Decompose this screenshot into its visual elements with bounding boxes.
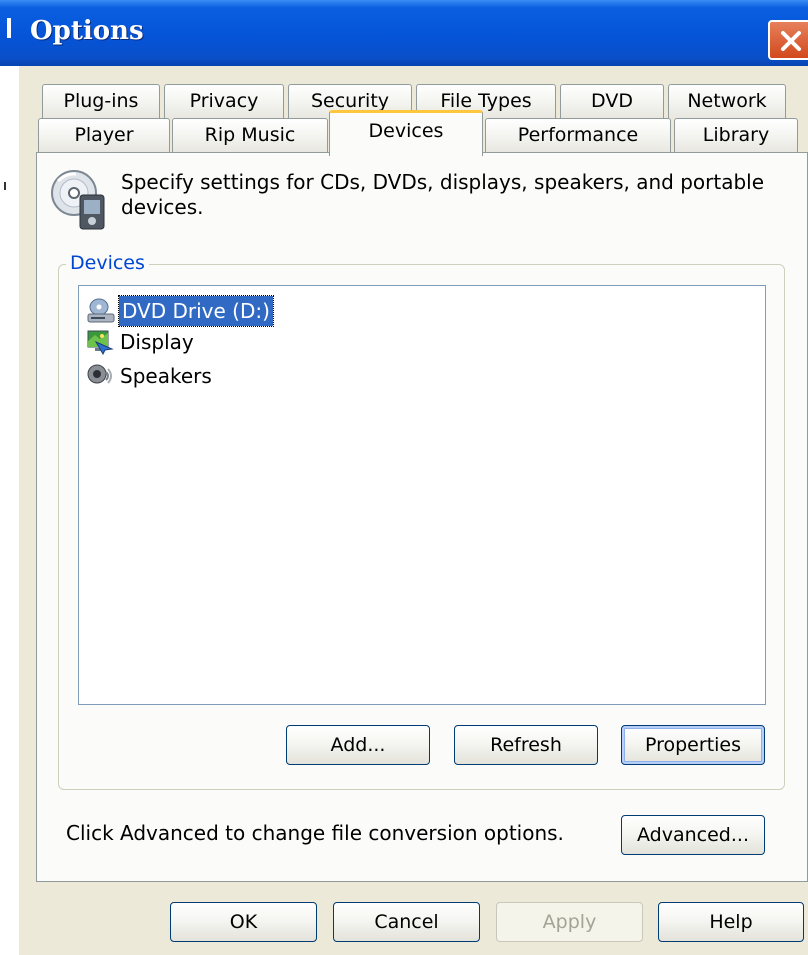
close-button[interactable] xyxy=(768,20,808,60)
help-button[interactable]: Help xyxy=(658,902,804,942)
advanced-description: Click Advanced to change file conversion… xyxy=(66,821,564,845)
tab-devices[interactable]: Devices xyxy=(329,110,483,156)
tab-network[interactable]: Network xyxy=(668,84,786,118)
ok-button[interactable]: OK xyxy=(170,902,317,942)
speakers-icon xyxy=(87,364,112,384)
apply-button: Apply xyxy=(496,902,643,942)
display-icon xyxy=(87,330,114,355)
tab-privacy[interactable]: Privacy xyxy=(164,84,284,118)
device-label-speakers: Speakers xyxy=(120,364,212,388)
devices-description: Specify settings for CDs, DVDs, displays… xyxy=(121,170,765,219)
device-label-display: Display xyxy=(120,330,194,354)
add-button[interactable]: Add... xyxy=(286,725,430,765)
devices-cd-icon xyxy=(51,170,105,230)
title-bar-fragment xyxy=(7,18,11,38)
background-window-mark xyxy=(4,182,6,190)
tab-performance[interactable]: Performance xyxy=(485,118,671,152)
devices-group-label: Devices xyxy=(66,252,149,274)
refresh-button[interactable]: Refresh xyxy=(454,725,598,765)
title-bar[interactable]: Options xyxy=(0,0,808,66)
tab-dvd[interactable]: DVD xyxy=(560,84,664,118)
advanced-button[interactable]: Advanced... xyxy=(621,815,765,855)
device-label-dvd-drive: DVD Drive (D:) xyxy=(118,295,274,327)
tab-rip-music[interactable]: Rip Music xyxy=(172,118,328,152)
tab-library[interactable]: Library xyxy=(674,118,798,152)
tab-plug-ins[interactable]: Plug-ins xyxy=(42,84,160,118)
close-icon xyxy=(781,31,801,51)
window-title: Options xyxy=(30,16,144,46)
background-window-strip xyxy=(0,66,19,955)
tab-player[interactable]: Player xyxy=(38,118,170,152)
cancel-button[interactable]: Cancel xyxy=(333,902,480,942)
dvd-drive-icon xyxy=(87,298,115,323)
properties-button[interactable]: Properties xyxy=(621,725,765,765)
